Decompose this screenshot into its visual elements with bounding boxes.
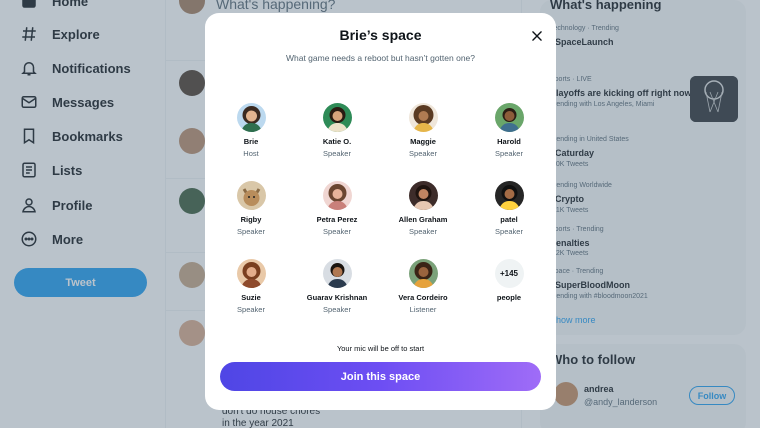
- participant[interactable]: Allen Graham Speaker: [380, 181, 466, 236]
- avatar: [494, 103, 524, 132]
- participant-name: Suzie: [241, 293, 261, 302]
- participant-role: Speaker: [323, 227, 351, 236]
- space-topic: What game needs a reboot but hasn’t gott…: [285, 53, 476, 63]
- avatar: [408, 181, 438, 210]
- join-space-button[interactable]: Join this space: [220, 362, 541, 391]
- participant-role: Host: [243, 149, 259, 158]
- participant-name: Vera Cordeiro: [398, 293, 448, 302]
- participant-name: Rigby: [240, 215, 262, 224]
- avatar: [236, 103, 266, 132]
- avatar: [408, 259, 438, 288]
- avatar: [322, 103, 352, 132]
- mic-note: Your mic will be off to start: [336, 344, 425, 353]
- participant[interactable]: Petra Perez Speaker: [294, 181, 380, 236]
- close-icon: [532, 31, 542, 41]
- participant-role: Speaker: [409, 149, 437, 158]
- participant[interactable]: Rigby Speaker: [208, 181, 294, 236]
- participant[interactable]: Harold Speaker: [466, 103, 552, 158]
- participant-name: Allen Graham: [398, 215, 448, 224]
- avatar: [236, 181, 266, 210]
- participant-count: +145: [494, 259, 524, 288]
- participant[interactable]: Guarav Krishnan Speaker: [294, 259, 380, 314]
- participant[interactable]: Maggie Speaker: [380, 103, 466, 158]
- participant-role: Listener: [409, 305, 437, 314]
- participant[interactable]: Suzie Speaker: [208, 259, 294, 314]
- participant-name: Petra Perez: [316, 215, 358, 224]
- participant-role: Speaker: [495, 149, 523, 158]
- avatar: [322, 181, 352, 210]
- avatar: [408, 103, 438, 132]
- participant-count-label: people: [496, 293, 522, 302]
- more-participants[interactable]: +145 people: [466, 259, 552, 302]
- participant-role: Speaker: [237, 227, 265, 236]
- avatar: [494, 181, 524, 210]
- avatar: [322, 259, 352, 288]
- participant-role: Speaker: [237, 305, 265, 314]
- participant[interactable]: Brie Host: [208, 103, 294, 158]
- avatar: [236, 259, 266, 288]
- participant-role: Speaker: [409, 227, 437, 236]
- participant[interactable]: Vera Cordeiro Listener: [380, 259, 466, 314]
- participant-name: Harold: [497, 137, 521, 146]
- participant-role: Speaker: [323, 149, 351, 158]
- participant-role: Speaker: [495, 227, 523, 236]
- participant-name: Brie: [243, 137, 259, 146]
- participant[interactable]: patel Speaker: [466, 181, 552, 236]
- space-title: Brie’s space: [339, 27, 422, 43]
- participant-name: Guarav Krishnan: [306, 293, 368, 302]
- participant-name: patel: [500, 215, 518, 224]
- close-button[interactable]: [526, 25, 548, 47]
- participant[interactable]: Katie O. Speaker: [294, 103, 380, 158]
- space-modal: Brie’s space What game needs a reboot bu…: [205, 13, 556, 410]
- participant-role: Speaker: [323, 305, 351, 314]
- participant-name: Katie O.: [322, 137, 352, 146]
- participant-name: Maggie: [410, 137, 436, 146]
